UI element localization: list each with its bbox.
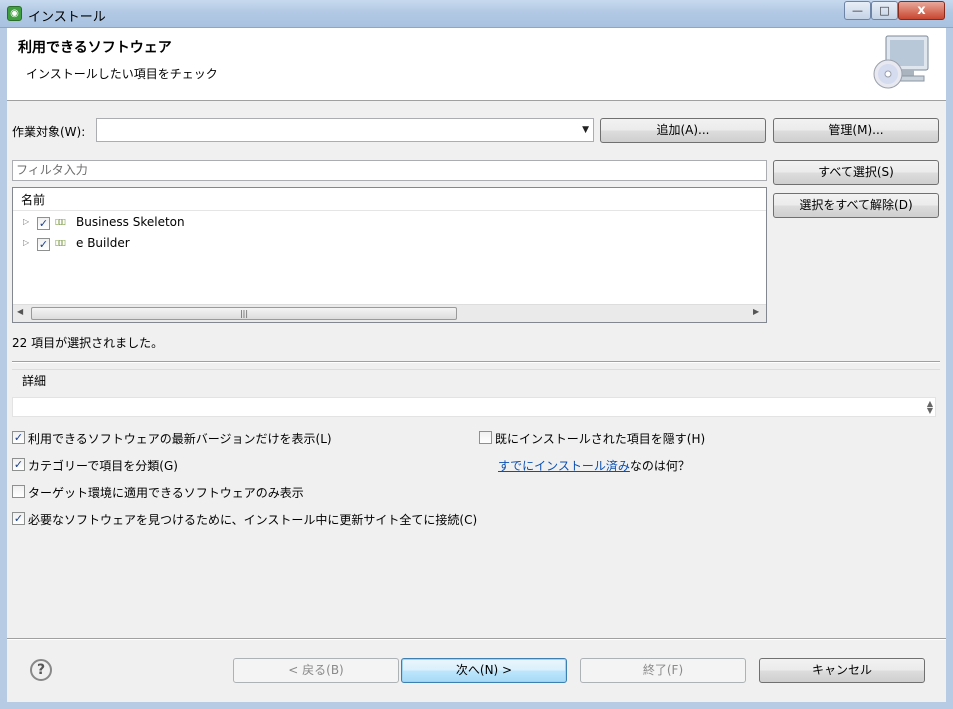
app-icon: ◉ [7, 6, 22, 21]
cancel-button[interactable]: キャンセル [759, 658, 925, 683]
expand-arrow-icon[interactable]: ▷ [23, 217, 29, 226]
maximize-button[interactable]: □ [871, 1, 898, 20]
monitor-cd-icon [872, 34, 932, 92]
deselect-all-button[interactable]: 選択をすべて解除(D) [773, 193, 939, 218]
details-label: 詳細 [22, 374, 47, 388]
package-icon: ▯▯▯ [55, 217, 66, 226]
already-installed-link[interactable]: すでにインストール済み [498, 459, 630, 473]
chevron-down-icon[interactable]: ▼ [582, 125, 589, 135]
expand-arrow-icon[interactable]: ▷ [23, 238, 29, 247]
work-with-label: 作業対象(W): [12, 125, 86, 139]
latest-only-checkbox[interactable]: ✓ [12, 431, 25, 444]
page-title: 利用できるソフトウェア [18, 40, 172, 56]
work-with-combo[interactable]: ▼ [96, 118, 594, 142]
details-text-area[interactable]: ▲ ▼ [12, 397, 936, 417]
already-installed-suffix: なのは何？ [629, 459, 690, 473]
title-bar[interactable] [0, 0, 953, 28]
group-by-category-checkbox[interactable]: ✓ [12, 458, 25, 471]
contact-all-sites-label[interactable]: 必要なソフトウェアを見つけるために、インストール中に更新サイト全てに接続(C) [28, 511, 477, 528]
footer-divider [7, 638, 946, 640]
software-tree[interactable]: 名前 ▷ ✓ ▯▯▯ Business Skeleton ▷ ✓ ▯▯▯ e B… [12, 187, 767, 323]
hide-installed-label[interactable]: 既にインストールされた項目を隠す(H) [495, 430, 705, 447]
checkbox[interactable]: ✓ [37, 217, 50, 230]
page-subtitle: インストールしたい項目をチェック [26, 67, 218, 81]
horizontal-scrollbar[interactable]: ◀ ||| ▶ [13, 304, 766, 322]
back-button[interactable]: < 戻る(B) [233, 658, 399, 683]
manage-sites-button[interactable]: 管理(M)... [773, 118, 939, 143]
target-env-only-checkbox[interactable] [12, 485, 25, 498]
latest-only-label[interactable]: 利用できるソフトウェアの最新バージョンだけを表示(L) [28, 430, 332, 447]
scroll-thumb[interactable]: ||| [31, 307, 457, 320]
scroll-left-icon[interactable]: ◀ [17, 307, 23, 316]
already-installed-text: すでにインストール済みなのは何？ [498, 457, 690, 474]
add-site-button[interactable]: 追加(A)... [600, 118, 766, 143]
scroll-right-icon[interactable]: ▶ [753, 307, 759, 316]
column-header-name[interactable]: 名前 [13, 188, 766, 211]
window-frame-right [946, 28, 953, 709]
next-button[interactable]: 次へ(N) > [401, 658, 567, 683]
selection-status: 22 項目が選択されました。 [12, 336, 164, 350]
help-icon[interactable]: ? [30, 659, 52, 681]
window-frame-left [0, 28, 7, 709]
hide-installed-checkbox[interactable] [479, 431, 492, 444]
tree-row-label: e Builder [76, 236, 130, 250]
filter-input[interactable]: フィルタ入力 [12, 160, 767, 181]
divider [12, 361, 940, 363]
group-by-category-label[interactable]: カテゴリーで項目を分類(G) [28, 457, 178, 474]
finish-button[interactable]: 終了(F) [580, 658, 746, 683]
target-env-only-label[interactable]: ターゲット環境に適用できるソフトウェアのみ表示 [28, 484, 304, 501]
close-button[interactable]: x [898, 1, 945, 20]
tree-row[interactable]: ▷ ✓ ▯▯▯ Business Skeleton [13, 213, 766, 234]
window-frame-bottom [0, 702, 953, 709]
tree-row[interactable]: ▷ ✓ ▯▯▯ e Builder [13, 234, 766, 255]
tree-row-label: Business Skeleton [76, 215, 185, 229]
select-all-button[interactable]: すべて選択(S) [773, 160, 939, 185]
contact-all-sites-checkbox[interactable]: ✓ [12, 512, 25, 525]
minimize-button[interactable]: — [844, 1, 871, 20]
package-icon: ▯▯▯ [55, 238, 66, 247]
spinner-arrows-icon[interactable]: ▲ ▼ [927, 400, 933, 415]
checkbox[interactable]: ✓ [37, 238, 50, 251]
window-title: インストール [28, 10, 106, 25]
